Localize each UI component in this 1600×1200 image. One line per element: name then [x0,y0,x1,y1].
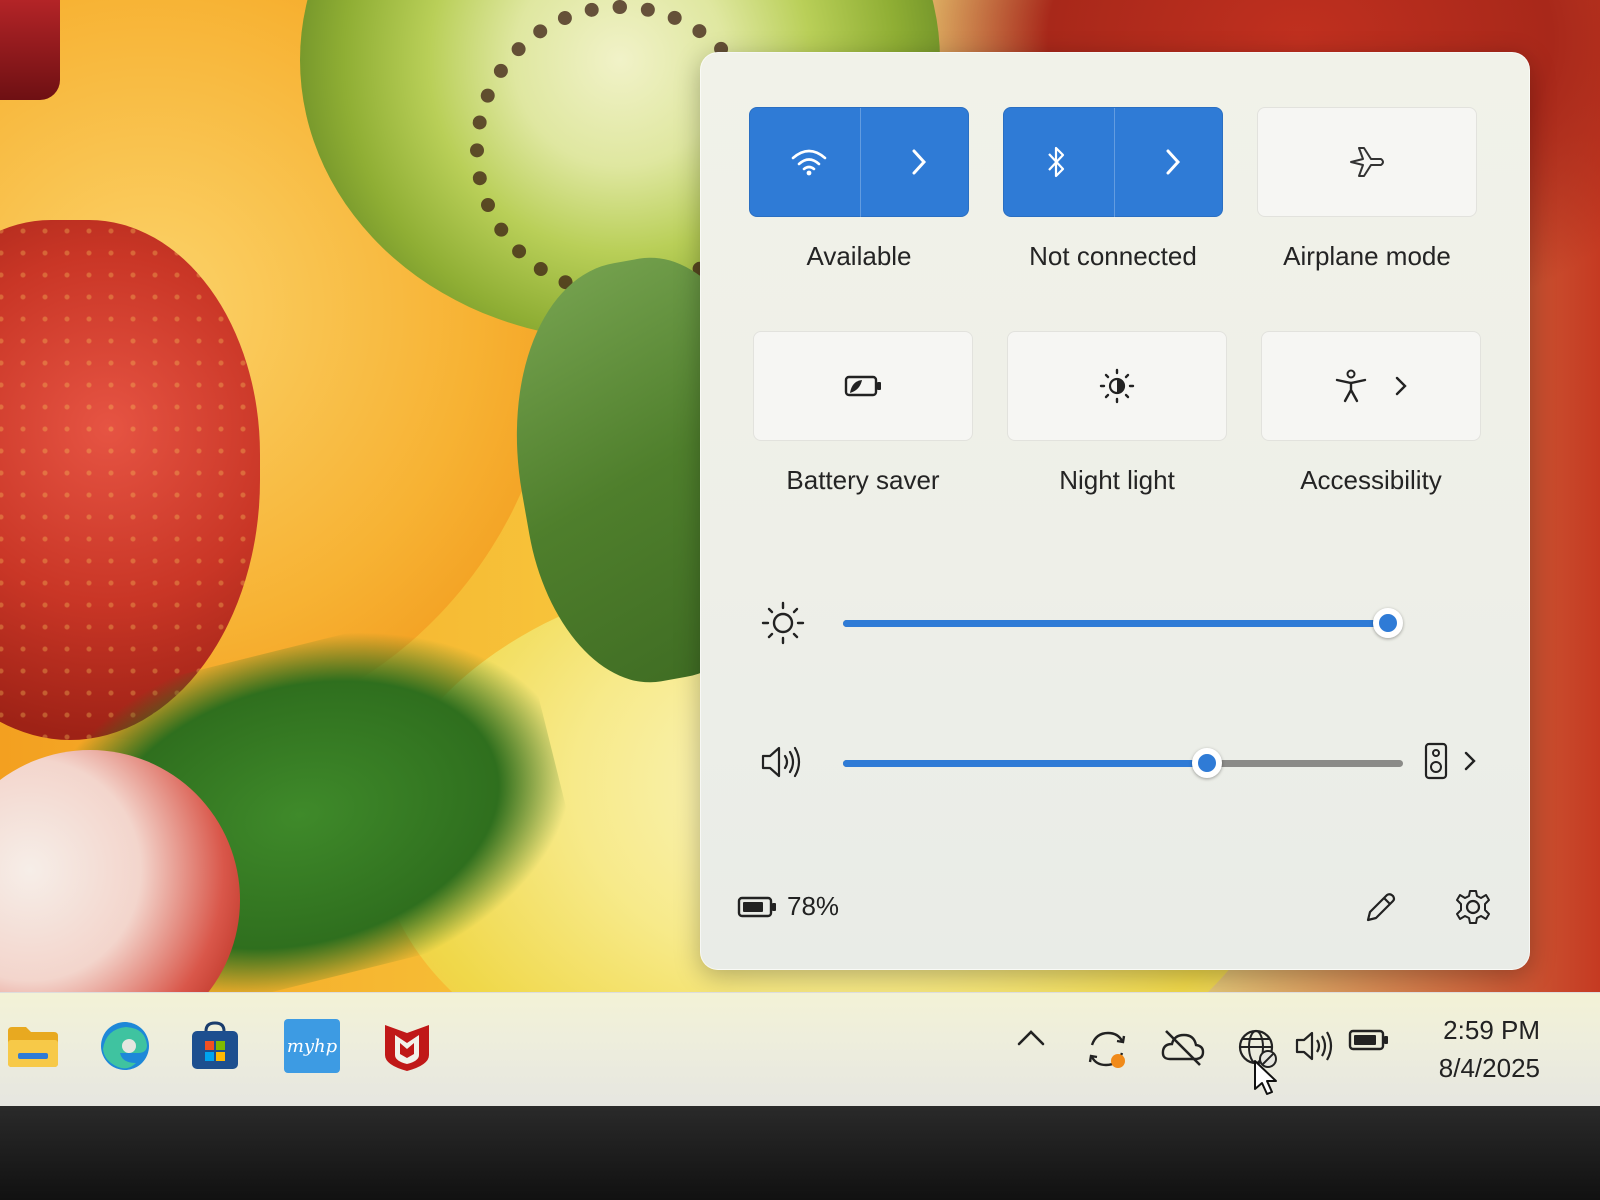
brightness-icon [759,599,807,647]
taskbar-clock[interactable]: 2:59 PM 8/4/2025 [1439,1011,1540,1087]
brightness-slider-row [759,593,1499,653]
taskbar-microsoft-store[interactable] [186,1017,244,1075]
quick-settings-panel: Available Not connected Airplane mode Ba… [700,52,1530,970]
battery-tray-button[interactable] [1348,1027,1390,1053]
accessibility-tile[interactable] [1261,331,1481,441]
audio-output-button[interactable] [1423,741,1477,781]
battery-saver-tile-label: Battery saver [786,465,940,495]
battery-saver-tile[interactable] [753,331,973,441]
taskbar-edge[interactable] [96,1017,154,1075]
volume-tray-button[interactable] [1294,1027,1336,1065]
sync-status[interactable] [1084,1027,1130,1071]
battery-icon [1348,1027,1390,1053]
brightness-fill [843,620,1388,627]
accessibility-expand-chevron-icon[interactable] [1394,375,1408,397]
folder-icon [6,1023,60,1069]
open-settings-button[interactable] [1453,887,1493,927]
edge-icon [98,1019,152,1073]
volume-icon[interactable] [759,741,805,783]
speaker-device-icon [1423,741,1449,781]
wifi-expand-chevron-icon[interactable] [910,148,928,176]
taskbar-file-explorer[interactable] [4,1017,62,1075]
battery-saver-icon [842,372,884,400]
bluetooth-icon[interactable] [1044,145,1068,179]
volume-icon [1294,1027,1336,1065]
night-light-tile-label: Night light [1059,465,1175,495]
myhp-icon-label: myhp [286,1035,338,1057]
night-light-tile[interactable] [1007,331,1227,441]
battery-status[interactable]: 78% [737,891,839,922]
gear-icon [1453,887,1493,927]
bluetooth-tile-label: Not connected [1029,241,1197,271]
show-hidden-icons-button[interactable] [1016,1027,1046,1047]
myhp-icon: myhp [284,1019,340,1073]
onedrive-status[interactable] [1160,1027,1206,1067]
volume-slider-row [759,733,1499,793]
airplane-mode-tile-label: Airplane mode [1283,241,1451,271]
sync-icon [1084,1027,1130,1071]
chevron-up-icon [1016,1027,1046,1047]
bluetooth-tile[interactable] [1003,107,1223,218]
store-icon [188,1019,242,1073]
volume-fill [843,760,1207,767]
cloud-off-icon [1160,1027,1206,1067]
taskbar: myhp 2:59 PM 8/4/2025 [0,992,1600,1106]
airplane-mode-tile[interactable] [1257,107,1477,217]
taskbar-myhp[interactable]: myhp [282,1017,342,1075]
bluetooth-expand-chevron-icon[interactable] [1164,148,1182,176]
night-light-icon [1098,367,1136,405]
battery-icon [737,895,777,919]
wifi-icon[interactable] [790,147,828,177]
wallpaper-corner [0,0,60,100]
accessibility-icon [1334,368,1368,404]
tile-divider [860,108,861,218]
mouse-cursor-icon [1252,1059,1278,1097]
wifi-tile-label: Available [806,241,912,271]
pencil-icon [1361,889,1399,927]
volume-slider-thumb[interactable] [1192,748,1222,778]
taskbar-mcafee[interactable] [378,1017,436,1075]
edit-quick-settings-button[interactable] [1361,889,1399,927]
clock-time: 2:59 PM [1443,1015,1540,1045]
battery-percent: 78% [787,891,840,921]
accessibility-tile-label: Accessibility [1300,465,1442,495]
screen-bezel [0,1106,1600,1200]
wifi-tile[interactable] [749,107,969,218]
brightness-slider-thumb[interactable] [1373,608,1403,638]
audio-output-chevron-icon [1463,750,1477,772]
tile-divider [1114,108,1115,218]
clock-date: 8/4/2025 [1438,1053,1540,1083]
mcafee-icon [381,1019,433,1073]
airplane-icon [1347,144,1387,180]
